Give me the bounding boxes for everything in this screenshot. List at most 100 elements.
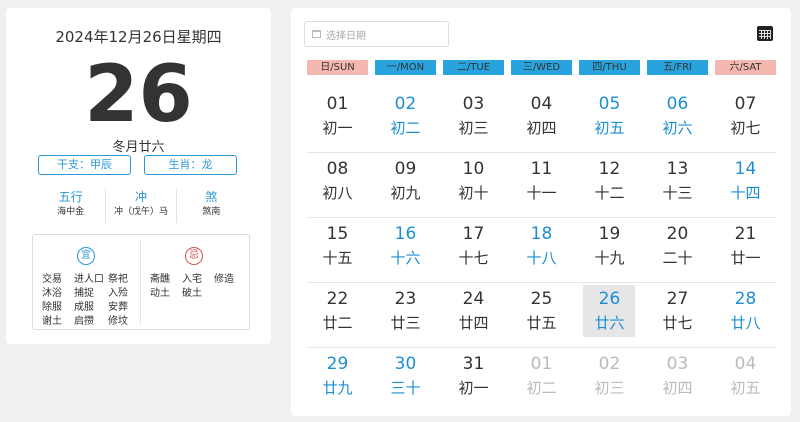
day-number: 06 bbox=[666, 94, 689, 114]
day-number: 01 bbox=[530, 354, 553, 374]
calendar-day[interactable]: 15 十五 bbox=[307, 218, 368, 283]
wuxing-title: 五行 bbox=[58, 190, 83, 204]
yiji-item: 修坟 bbox=[108, 316, 128, 327]
lunar-day: 初四 bbox=[526, 119, 557, 137]
wuxing-column: 五行 海中金 bbox=[36, 189, 105, 223]
calendar-grid: 01 初一 02 初二 03 初三 04 初四 05 初五 06 初六 07 初七 08 初八 09 初九 10 初十… bbox=[307, 88, 776, 413]
day-number: 30 bbox=[394, 354, 417, 374]
lunar-day: 十二 bbox=[594, 184, 625, 202]
lunar-day: 初二 bbox=[526, 379, 557, 397]
calendar-day[interactable]: 04 初四 bbox=[511, 88, 572, 153]
ji-list: 斋醮 入宅 修造 动土 破土 bbox=[150, 273, 244, 301]
calendar-day-today[interactable]: 26 廿六 bbox=[579, 283, 640, 348]
lunar-day: 初五 bbox=[594, 119, 625, 137]
day-number: 13 bbox=[666, 159, 689, 179]
calendar-day[interactable]: 07 初七 bbox=[715, 88, 776, 153]
yiji-item: 谢土 bbox=[42, 316, 62, 327]
day-number: 25 bbox=[530, 289, 553, 309]
calendar-day[interactable]: 27 廿七 bbox=[647, 283, 708, 348]
ji-section: 忌 斋醮 入宅 修造 动土 破土 bbox=[140, 241, 250, 325]
lunar-day: 十一 bbox=[526, 184, 557, 202]
yiji-item: 捕捉 bbox=[74, 288, 94, 299]
calendar-icon[interactable] bbox=[757, 26, 773, 41]
calendar-day[interactable]: 13 十三 bbox=[647, 153, 708, 218]
chong-value: 冲（戊午）马 bbox=[113, 207, 168, 217]
lunar-day: 初三 bbox=[594, 379, 625, 397]
sha-value: 煞南 bbox=[202, 207, 221, 217]
calendar-day[interactable]: 19 十九 bbox=[579, 218, 640, 283]
calendar-day[interactable]: 06 初六 bbox=[647, 88, 708, 153]
date-picker-input[interactable]: 选择日期 bbox=[304, 21, 449, 47]
calendar-day[interactable]: 01 初一 bbox=[307, 88, 368, 153]
calendar-week-row: 22 廿二 23 廿三 24 廿四 25 廿五 26 廿六 27 廿七 28 廿八 bbox=[307, 283, 776, 348]
day-number: 27 bbox=[666, 289, 689, 309]
weekday-label: 日/SUN bbox=[307, 60, 368, 75]
calendar-day[interactable]: 14 十四 bbox=[715, 153, 776, 218]
lunar-day: 廿九 bbox=[322, 379, 353, 397]
yi-list: 交易 进人口 祭祀 沐浴 捕捉 入殓 除服 成服 安葬 谢土 启攒 修坟 bbox=[42, 273, 138, 329]
day-number: 02 bbox=[394, 94, 417, 114]
calendar-day[interactable]: 22 廿二 bbox=[307, 283, 368, 348]
calendar-day[interactable]: 29 廿九 bbox=[307, 348, 368, 413]
day-number: 14 bbox=[734, 159, 757, 179]
calendar-day[interactable]: 08 初八 bbox=[307, 153, 368, 218]
calendar-day[interactable]: 12 十二 bbox=[579, 153, 640, 218]
lunar-day: 初八 bbox=[322, 184, 353, 202]
lunar-day: 初十 bbox=[458, 184, 489, 202]
ji-badge: 忌 bbox=[185, 247, 203, 265]
yiji-item: 交易 bbox=[42, 274, 62, 285]
weekday-label: 四/THU bbox=[579, 60, 640, 75]
calendar-day[interactable]: 24 廿四 bbox=[443, 283, 504, 348]
calendar-day[interactable]: 23 廿三 bbox=[375, 283, 436, 348]
calendar-day[interactable]: 09 初九 bbox=[375, 153, 436, 218]
day-number: 07 bbox=[734, 94, 757, 114]
calendar-day[interactable]: 17 十七 bbox=[443, 218, 504, 283]
calendar-day[interactable]: 05 初五 bbox=[579, 88, 640, 153]
lunar-day: 初三 bbox=[458, 119, 489, 137]
lunar-day: 十五 bbox=[322, 249, 353, 267]
lunar-day: 初九 bbox=[390, 184, 421, 202]
day-number: 01 bbox=[326, 94, 349, 114]
yi-ji-box: 宜 交易 进人口 祭祀 沐浴 捕捉 入殓 除服 成服 安葬 谢土 启攒 修坟 忌 斋醮 入宅 修造 动土 破土 bbox=[32, 234, 250, 330]
calendar-day[interactable]: 03 初四 bbox=[647, 348, 708, 413]
day-number: 05 bbox=[598, 94, 621, 114]
calendar-day[interactable]: 01 初二 bbox=[511, 348, 572, 413]
calendar-day[interactable]: 28 廿八 bbox=[715, 283, 776, 348]
calendar-day[interactable]: 20 二十 bbox=[647, 218, 708, 283]
day-number: 29 bbox=[326, 354, 349, 374]
lunar-day: 十四 bbox=[730, 184, 761, 202]
day-number: 20 bbox=[666, 224, 689, 244]
calendar-day[interactable]: 18 十八 bbox=[511, 218, 572, 283]
calendar-week-row: 29 廿九 30 三十 31 初一 01 初二 02 初三 03 初四 04 初五 bbox=[307, 348, 776, 413]
calendar-day[interactable]: 10 初十 bbox=[443, 153, 504, 218]
calendar-card: 选择日期 日/SUN 一/MON 二/TUE 三/WED 四/THU 五/FRI 六/SAT… bbox=[291, 8, 791, 416]
yiji-item: 进人口 bbox=[74, 274, 104, 285]
calendar-day[interactable]: 03 初三 bbox=[443, 88, 504, 153]
day-number: 28 bbox=[734, 289, 757, 309]
weekday-label: 二/TUE bbox=[443, 60, 504, 75]
calendar-day[interactable]: 02 初二 bbox=[375, 88, 436, 153]
yiji-item: 入殓 bbox=[108, 288, 128, 299]
lunar-day: 二十 bbox=[662, 249, 693, 267]
day-number: 23 bbox=[394, 289, 417, 309]
calendar-day[interactable]: 16 十六 bbox=[375, 218, 436, 283]
lunar-date: 冬月廿六 bbox=[112, 140, 165, 155]
calendar-day[interactable]: 04 初五 bbox=[715, 348, 776, 413]
lunar-day: 十三 bbox=[662, 184, 693, 202]
calendar-day[interactable]: 25 廿五 bbox=[511, 283, 572, 348]
lunar-day: 廿一 bbox=[730, 249, 761, 267]
day-number: 08 bbox=[326, 159, 349, 179]
lunar-day: 廿七 bbox=[662, 314, 693, 332]
calendar-day[interactable]: 21 廿一 bbox=[715, 218, 776, 283]
calendar-day[interactable]: 02 初三 bbox=[579, 348, 640, 413]
calendar-day[interactable]: 31 初一 bbox=[443, 348, 504, 413]
ganzhi-tag: 干支：甲辰 bbox=[38, 155, 131, 175]
day-number: 04 bbox=[530, 94, 553, 114]
day-number: 11 bbox=[530, 159, 553, 179]
shengxiao-tag: 生肖：龙 bbox=[144, 155, 237, 175]
lunar-day: 廿五 bbox=[526, 314, 557, 332]
lunar-day: 初一 bbox=[322, 119, 353, 137]
calendar-day[interactable]: 11 十一 bbox=[511, 153, 572, 218]
calendar-day[interactable]: 30 三十 bbox=[375, 348, 436, 413]
lunar-day: 初七 bbox=[730, 119, 761, 137]
